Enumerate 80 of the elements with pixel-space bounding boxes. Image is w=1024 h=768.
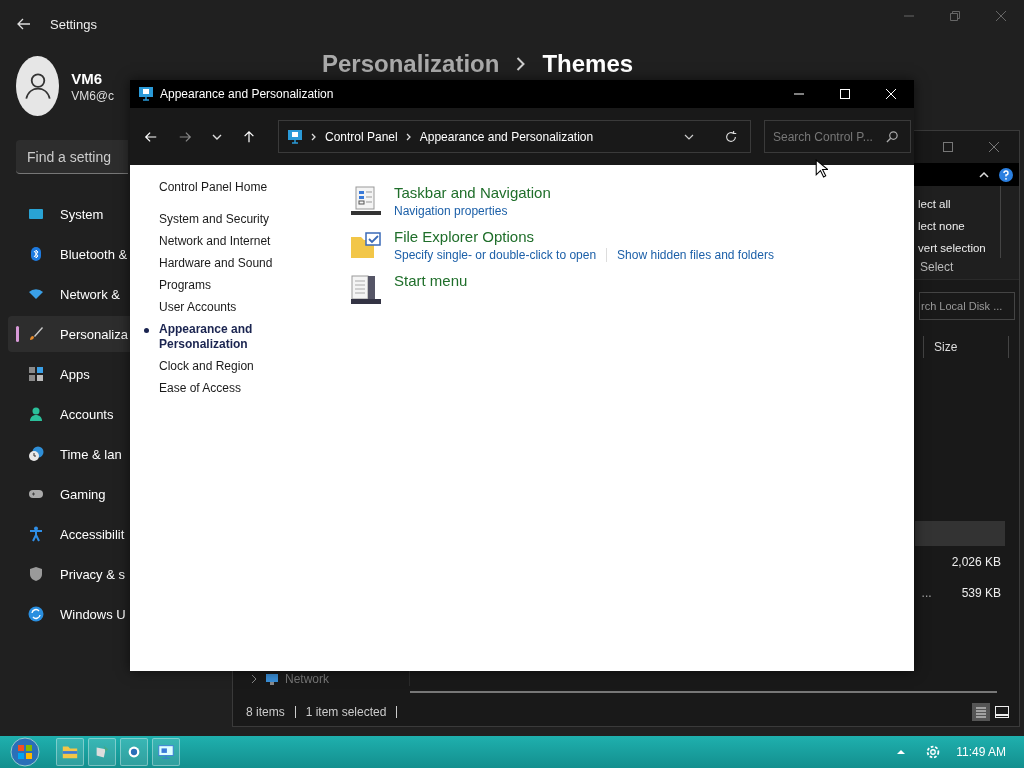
ribbon-command[interactable]: lect none <box>918 218 1000 234</box>
nav-item[interactable]: Bluetooth & <box>8 236 130 272</box>
category-link[interactable]: Clock and Region <box>159 359 254 374</box>
tray-caret-icon[interactable] <box>896 747 907 757</box>
bluetooth-icon <box>28 246 44 262</box>
restore-icon[interactable] <box>950 11 960 21</box>
nav-item[interactable]: Time & lan <box>8 436 130 472</box>
scrollbar[interactable] <box>410 691 997 693</box>
start-button[interactable] <box>10 737 40 767</box>
column-header[interactable]: Size <box>923 336 1009 358</box>
taskbar-button[interactable] <box>56 738 84 766</box>
window-title: Appearance and Personalization <box>160 87 334 101</box>
task-link[interactable]: Navigation properties <box>394 204 508 218</box>
task-link[interactable]: Specify single- or double-click to open <box>394 248 597 262</box>
taskbar-button[interactable] <box>120 738 148 766</box>
section-title-link[interactable]: Start menu <box>394 272 468 290</box>
nav-item[interactable]: System <box>8 196 130 232</box>
chevron-icon <box>515 56 527 72</box>
user-email: VM6@c <box>71 88 114 103</box>
brush-icon <box>28 326 44 342</box>
preview-view-icon[interactable] <box>993 703 1011 721</box>
start-menu-icon <box>350 274 382 306</box>
apps-icon <box>28 366 44 382</box>
search-field[interactable]: Search Control P... <box>764 120 911 153</box>
clock: 11:49 AM <box>956 745 1006 759</box>
mouse-pointer-icon <box>815 159 828 178</box>
back-arrow-icon[interactable] <box>144 129 158 144</box>
nav-item[interactable]: Gaming <box>8 476 130 512</box>
page-heading: Themes <box>542 50 634 78</box>
status-text: 8 items <box>246 705 285 719</box>
help-icon[interactable] <box>999 167 1013 182</box>
control-panel-icon <box>138 86 154 102</box>
nav-item[interactable]: Personaliza <box>8 316 130 352</box>
nav-item[interactable]: Windows U <box>8 596 130 632</box>
nav-item[interactable]: Apps <box>8 356 130 392</box>
taskbar-button[interactable] <box>152 738 180 766</box>
page-heading: Personalization <box>322 50 500 78</box>
category-link[interactable]: Appearance and Personalization <box>144 322 263 352</box>
nav-item[interactable]: Accessibilit <box>8 516 130 552</box>
clock-globe-icon <box>28 446 44 462</box>
shield-icon <box>28 566 44 582</box>
category-link[interactable]: Network and Internet <box>159 234 271 249</box>
wifi-icon <box>28 286 44 302</box>
window-title: Settings <box>50 16 97 32</box>
search-field[interactable]: Find a setting <box>16 140 128 174</box>
category-link[interactable]: Programs <box>159 278 211 293</box>
task-link[interactable]: Show hidden files and folders <box>617 248 774 262</box>
status-text: 1 item selected <box>305 705 387 719</box>
sync-icon <box>28 606 44 622</box>
forward-arrow-icon[interactable] <box>178 129 192 144</box>
file-row[interactable]: ... 539 KB <box>915 577 1019 608</box>
section-title-link[interactable]: Taskbar and Navigation <box>394 184 551 202</box>
person-icon <box>28 406 44 422</box>
ribbon-command[interactable]: vert selection <box>918 240 1000 256</box>
collapse-caret-icon[interactable] <box>979 169 989 180</box>
nav-link[interactable]: Control Panel Home <box>159 179 349 195</box>
nav-item[interactable]: Privacy & s <box>8 556 130 592</box>
category-link[interactable]: Ease of Access <box>159 381 242 396</box>
back-arrow-icon[interactable] <box>16 16 32 32</box>
address-bar[interactable]: Control Panel Appearance and Personalization <box>278 120 751 153</box>
monitor-icon <box>265 672 279 686</box>
search-icon[interactable] <box>886 130 899 143</box>
user-name: VM6 <box>71 69 103 87</box>
category-link[interactable]: Hardware and Sound <box>159 256 273 271</box>
accessibility-icon <box>28 526 44 542</box>
ribbon-command[interactable]: lect all <box>918 196 1000 212</box>
nav-item[interactable]: Network <box>233 672 409 686</box>
section-title-link[interactable]: File Explorer Options <box>394 228 774 246</box>
category-link[interactable]: User Accounts <box>159 300 237 315</box>
up-arrow-icon[interactable] <box>242 129 256 144</box>
nav-item[interactable]: Accounts <box>8 396 130 432</box>
search-field[interactable]: rch Local Disk ... <box>919 292 1015 320</box>
nav-item[interactable]: Network & <box>8 276 130 312</box>
ribbon-group-label: Select <box>919 260 955 274</box>
monitor-icon <box>157 743 175 761</box>
monitor-icon <box>28 206 44 222</box>
settings-list-icon <box>350 186 382 218</box>
category-link[interactable]: System and Security <box>159 212 270 227</box>
chevron-icon[interactable] <box>249 674 259 684</box>
file-row[interactable]: 2,026 KB <box>915 546 1019 577</box>
